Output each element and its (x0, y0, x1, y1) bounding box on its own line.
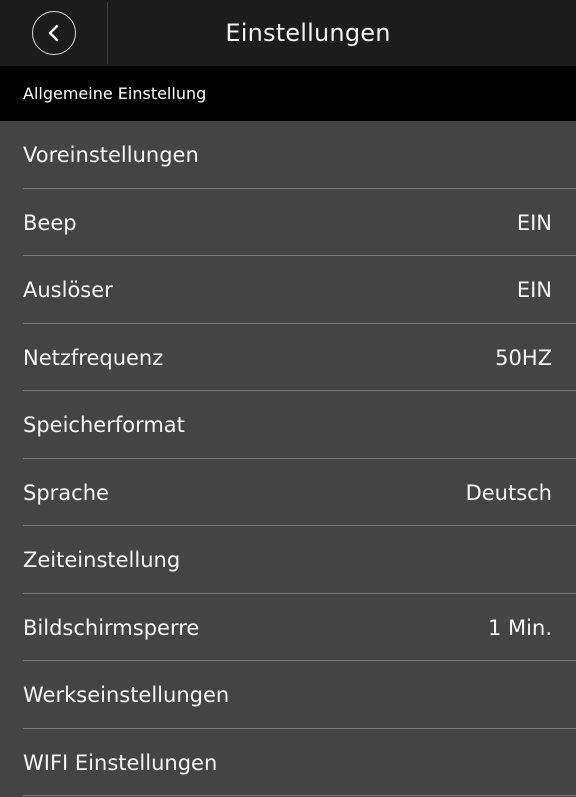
row-label: Bildschirmsperre (23, 615, 200, 640)
settings-row-wifi[interactable]: WIFI Einstellungen (0, 729, 576, 797)
row-label: Beep (23, 210, 77, 235)
section-header: Allgemeine Einstellung (0, 66, 576, 121)
row-label: Speicherformat (23, 413, 185, 437)
section-title: Allgemeine Einstellung (23, 84, 207, 103)
settings-row-zeiteinstellung[interactable]: Zeiteinstellung (0, 526, 576, 594)
settings-row-sprache[interactable]: Sprache Deutsch (0, 459, 576, 527)
settings-list: Voreinstellungen Beep EIN Auslöser EIN N… (0, 121, 576, 796)
top-bar: Einstellungen (0, 0, 576, 66)
settings-row-speicherformat[interactable]: Speicherformat (0, 391, 576, 459)
settings-row-netzfrequenz[interactable]: Netzfrequenz 50HZ (0, 324, 576, 392)
settings-row-beep[interactable]: Beep EIN (0, 189, 576, 257)
settings-row-werkseinstellungen[interactable]: Werkseinstellungen (0, 661, 576, 729)
row-label: Werkseinstellungen (23, 683, 230, 707)
row-label: Auslöser (23, 278, 113, 302)
page-title: Einstellungen (225, 19, 391, 47)
row-label: WIFI Einstellungen (23, 750, 218, 775)
row-value: 50HZ (495, 345, 552, 370)
row-value: Deutsch (465, 480, 552, 505)
chevron-left-icon (48, 24, 59, 42)
back-button[interactable] (32, 11, 76, 55)
row-label: Voreinstellungen (23, 143, 199, 167)
row-label: Sprache (23, 480, 109, 505)
row-value: EIN (516, 278, 552, 302)
row-value: EIN (516, 210, 552, 235)
settings-row-bildschirmsperre[interactable]: Bildschirmsperre 1 Min. (0, 594, 576, 662)
settings-row-voreinstellungen[interactable]: Voreinstellungen (0, 121, 576, 189)
settings-row-ausloeser[interactable]: Auslöser EIN (0, 256, 576, 324)
row-label: Netzfrequenz (23, 345, 164, 370)
row-value: 1 Min. (488, 615, 552, 640)
row-label: Zeiteinstellung (23, 548, 181, 572)
